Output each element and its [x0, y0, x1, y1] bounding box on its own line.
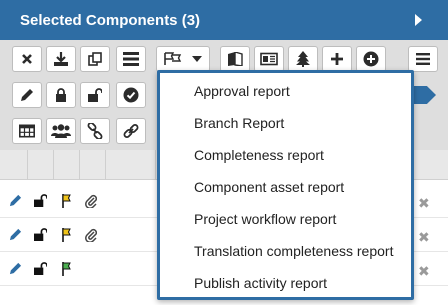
tree-icon [296, 51, 310, 67]
close-icon [22, 54, 32, 64]
table-icon [19, 124, 35, 138]
check-circle-icon [123, 87, 139, 103]
grid-header-cell[interactable] [106, 150, 156, 180]
remove-icon[interactable]: ✖ [418, 229, 430, 246]
lock-icon [56, 88, 66, 102]
pencil-icon[interactable] [9, 262, 22, 275]
unlock-icon [88, 88, 102, 102]
approve-button[interactable] [116, 82, 146, 108]
menu-icon [416, 53, 430, 65]
flag-icon[interactable] [61, 194, 71, 208]
unlink-button[interactable] [116, 118, 146, 144]
id-card-button[interactable] [254, 46, 284, 72]
add-circle-button[interactable] [356, 46, 386, 72]
unlock-icon[interactable] [34, 262, 47, 275]
menu-item-completeness-report[interactable]: Completeness report [194, 147, 324, 163]
menu-item-branch-report[interactable]: Branch Report [194, 115, 284, 131]
lock-button[interactable] [46, 82, 76, 108]
paperclip-icon[interactable] [85, 228, 97, 242]
users-button[interactable] [46, 118, 76, 144]
paperclip-icon[interactable] [85, 194, 97, 208]
menu-item-publish-activity-report[interactable]: Publish activity report [194, 275, 327, 291]
book-icon [228, 52, 243, 66]
expand-arrow-icon[interactable] [415, 14, 422, 26]
panel-title: Selected Components (3) [20, 12, 201, 29]
menu-button[interactable] [408, 46, 438, 72]
link-icon [87, 123, 103, 139]
menu-item-translation-completeness-report[interactable]: Translation completeness report [194, 243, 393, 259]
tree-button[interactable] [288, 46, 318, 72]
list-button[interactable] [116, 46, 146, 72]
grid-header-cell[interactable] [54, 150, 80, 180]
remove-icon[interactable]: ✖ [418, 195, 430, 212]
flag-icon[interactable] [61, 228, 71, 242]
id-card-icon [260, 52, 278, 66]
pencil-icon[interactable] [9, 228, 22, 241]
users-icon [51, 124, 71, 138]
panel-header: Selected Components (3) [0, 0, 448, 40]
reports-dropdown-button[interactable] [156, 46, 210, 72]
pencil-icon [21, 89, 33, 101]
download-icon [54, 52, 68, 66]
copy-button[interactable] [80, 46, 110, 72]
book-button[interactable] [220, 46, 250, 72]
grid-header-cell[interactable] [28, 150, 54, 180]
flag-icon[interactable] [61, 262, 71, 276]
reports-dropdown-menu: Approval report Branch Report Completene… [157, 70, 414, 300]
plus-icon [331, 53, 343, 65]
close-button[interactable] [12, 46, 42, 72]
unlock-icon[interactable] [34, 194, 47, 207]
menu-item-component-asset-report[interactable]: Component asset report [194, 179, 344, 195]
download-button[interactable] [46, 46, 76, 72]
menu-item-project-workflow-report[interactable]: Project workflow report [194, 211, 336, 227]
grid-header-cell[interactable] [0, 150, 28, 180]
pencil-icon[interactable] [9, 194, 22, 207]
list-icon [123, 52, 139, 66]
plus-circle-icon [363, 51, 379, 67]
table-button[interactable] [12, 118, 42, 144]
menu-item-approval-report[interactable]: Approval report [194, 83, 290, 99]
edit-button[interactable] [12, 82, 42, 108]
unlock-button[interactable] [80, 82, 110, 108]
remove-icon[interactable]: ✖ [418, 263, 430, 280]
report-flags-icon [164, 52, 182, 65]
grid-header-cell[interactable] [80, 150, 106, 180]
add-button[interactable] [322, 46, 352, 72]
unlink-icon [123, 124, 139, 138]
unlock-icon[interactable] [34, 228, 47, 241]
chevron-down-icon [192, 56, 202, 62]
copy-icon [88, 52, 102, 66]
link-button[interactable] [80, 118, 110, 144]
